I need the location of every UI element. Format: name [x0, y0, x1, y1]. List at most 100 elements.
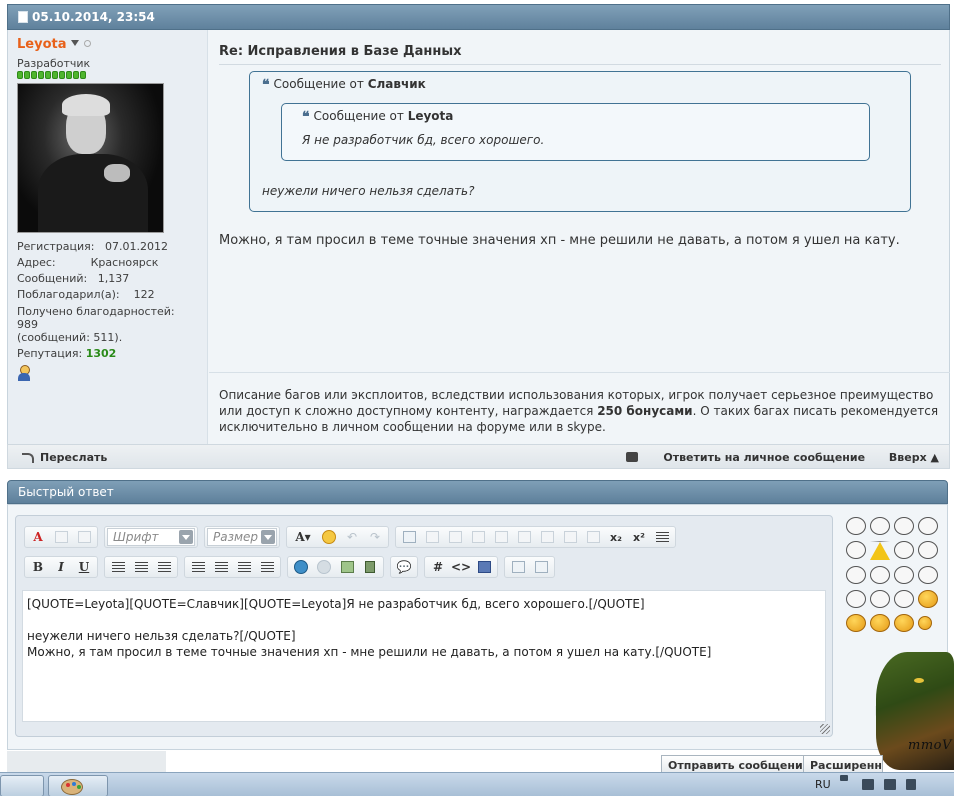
quote-icon[interactable]: 💬: [394, 558, 414, 576]
language-indicator[interactable]: RU: [815, 778, 831, 791]
chevron-down-icon: [261, 530, 275, 544]
smiley-icon[interactable]: [846, 517, 866, 535]
undo-icon[interactable]: ↶: [342, 528, 362, 546]
outdent-icon[interactable]: [234, 558, 254, 576]
expand-icon[interactable]: [508, 558, 528, 576]
pm-reply-button[interactable]: Ответить на личное сообщение: [606, 451, 865, 464]
unlink-icon[interactable]: [314, 558, 334, 576]
image-icon[interactable]: [337, 558, 357, 576]
remove-format-icon[interactable]: A: [28, 528, 48, 546]
avatar[interactable]: [17, 83, 164, 233]
footer-strip: [7, 751, 166, 773]
smiley-icon[interactable]: [918, 616, 932, 630]
align-center-icon[interactable]: [131, 558, 151, 576]
smiley-icon[interactable]: [846, 541, 866, 559]
smiley-icon[interactable]: [894, 614, 914, 632]
smilies-panel: [846, 517, 946, 638]
smiley-icon[interactable]: [846, 566, 866, 584]
smiley-icon[interactable]: [870, 566, 890, 584]
align-right-icon[interactable]: [154, 558, 174, 576]
superscript-icon[interactable]: x²: [629, 528, 649, 546]
italic-icon[interactable]: I: [51, 558, 71, 576]
hash-icon[interactable]: #: [428, 558, 448, 576]
row-delete-icon[interactable]: [514, 528, 534, 546]
user-icon: [17, 365, 31, 381]
bold-icon[interactable]: B: [28, 558, 48, 576]
col-delete-icon[interactable]: [583, 528, 603, 546]
palette-icon: [61, 779, 83, 795]
smiley-icon[interactable]: [870, 590, 890, 608]
smiley-icon[interactable]: [870, 614, 890, 632]
post: Leyota Разработчик Регистрация: 07.01.20…: [7, 30, 950, 444]
post-title: Re: Исправления в Базе Данных: [219, 44, 462, 59]
ordered-list-icon[interactable]: [188, 558, 208, 576]
chevron-down-icon: [179, 530, 193, 544]
volume-icon[interactable]: [906, 779, 916, 790]
post-icon: [18, 11, 28, 23]
horizontal-rule-icon[interactable]: [652, 528, 672, 546]
row-above-icon[interactable]: [468, 528, 488, 546]
post-date: 05.10.2014, 23:54: [32, 10, 155, 24]
table-icon[interactable]: [399, 528, 419, 546]
table-delete-icon[interactable]: [445, 528, 465, 546]
pm-icon: [626, 452, 639, 462]
username-link[interactable]: Leyota: [17, 37, 67, 52]
redo-icon[interactable]: ↷: [365, 528, 385, 546]
smiley-icon[interactable]: [894, 541, 914, 559]
mmo-logo: mmoV: [908, 738, 952, 753]
smiley-icon[interactable]: [918, 541, 938, 559]
smiley-icon[interactable]: [870, 517, 890, 535]
code-icon[interactable]: <>: [451, 558, 471, 576]
font-select[interactable]: Шрифт: [107, 528, 195, 546]
collapse-icon[interactable]: [531, 558, 551, 576]
flag-icon[interactable]: [862, 779, 874, 790]
smiley-icon[interactable]: [846, 590, 866, 608]
signature: Описание багов или эксплоитов, вследстви…: [219, 388, 939, 434]
network-icon[interactable]: [884, 779, 896, 790]
taskbar-item-paint[interactable]: [48, 775, 108, 796]
signature-divider: [209, 372, 950, 373]
quote-header: ❝ Сообщение от Leyota: [302, 109, 454, 125]
table-props-icon[interactable]: [422, 528, 442, 546]
indent-icon[interactable]: [257, 558, 277, 576]
taskbar-item[interactable]: [0, 775, 44, 796]
smiley-icon[interactable]: [918, 566, 938, 584]
forward-button[interactable]: Переслать: [22, 451, 107, 464]
size-select[interactable]: Размер: [207, 528, 277, 546]
smiley-icon[interactable]: [319, 528, 339, 546]
col-left-icon[interactable]: [537, 528, 557, 546]
message-textarea[interactable]: [QUOTE=Leyota][QUOTE=Славчик][QUOTE=Leyo…: [22, 590, 826, 722]
smiley-icon[interactable]: [846, 614, 866, 632]
user-menu-caret-icon[interactable]: [70, 40, 79, 46]
copy-icon[interactable]: [51, 528, 71, 546]
font-color-icon[interactable]: A▾: [290, 528, 316, 546]
subscript-icon[interactable]: x₂: [606, 528, 626, 546]
smiley-icon[interactable]: [918, 517, 938, 535]
offline-status-icon: [83, 40, 91, 47]
smiley-icon[interactable]: [894, 517, 914, 535]
link-icon[interactable]: [291, 558, 311, 576]
quick-reply: A Шрифт Размер A▾ ↶ ↷ x₂ x² B I U 💬 # <>…: [7, 504, 948, 750]
post-content: Re: Исправления в Базе Данных ❝ Сообщение…: [209, 30, 950, 444]
underline-icon[interactable]: U: [74, 558, 94, 576]
smiley-icon[interactable]: [894, 590, 914, 608]
smiley-icon[interactable]: [918, 590, 938, 608]
quote-text: Я не разработчик бд, всего хорошего.: [302, 133, 545, 147]
video-icon[interactable]: [360, 558, 380, 576]
warning-smiley-icon[interactable]: [870, 541, 890, 560]
align-left-icon[interactable]: [108, 558, 128, 576]
divider: [219, 64, 941, 65]
tray-icon[interactable]: [840, 775, 848, 781]
quote-icon: ❝: [262, 77, 270, 93]
smiley-icon[interactable]: [894, 566, 914, 584]
resize-handle-icon[interactable]: [820, 724, 830, 734]
user-title: Разработчик: [17, 57, 91, 70]
quick-reply-header: Быстрый ответ: [7, 480, 948, 504]
user-stats: Регистрация: 07.01.2012 Адрес: Красноярс…: [17, 240, 175, 360]
row-below-icon[interactable]: [491, 528, 511, 546]
paste-icon[interactable]: [74, 528, 94, 546]
php-icon[interactable]: [474, 558, 494, 576]
unordered-list-icon[interactable]: [211, 558, 231, 576]
col-right-icon[interactable]: [560, 528, 580, 546]
top-button[interactable]: Вверх ▲: [889, 451, 939, 464]
